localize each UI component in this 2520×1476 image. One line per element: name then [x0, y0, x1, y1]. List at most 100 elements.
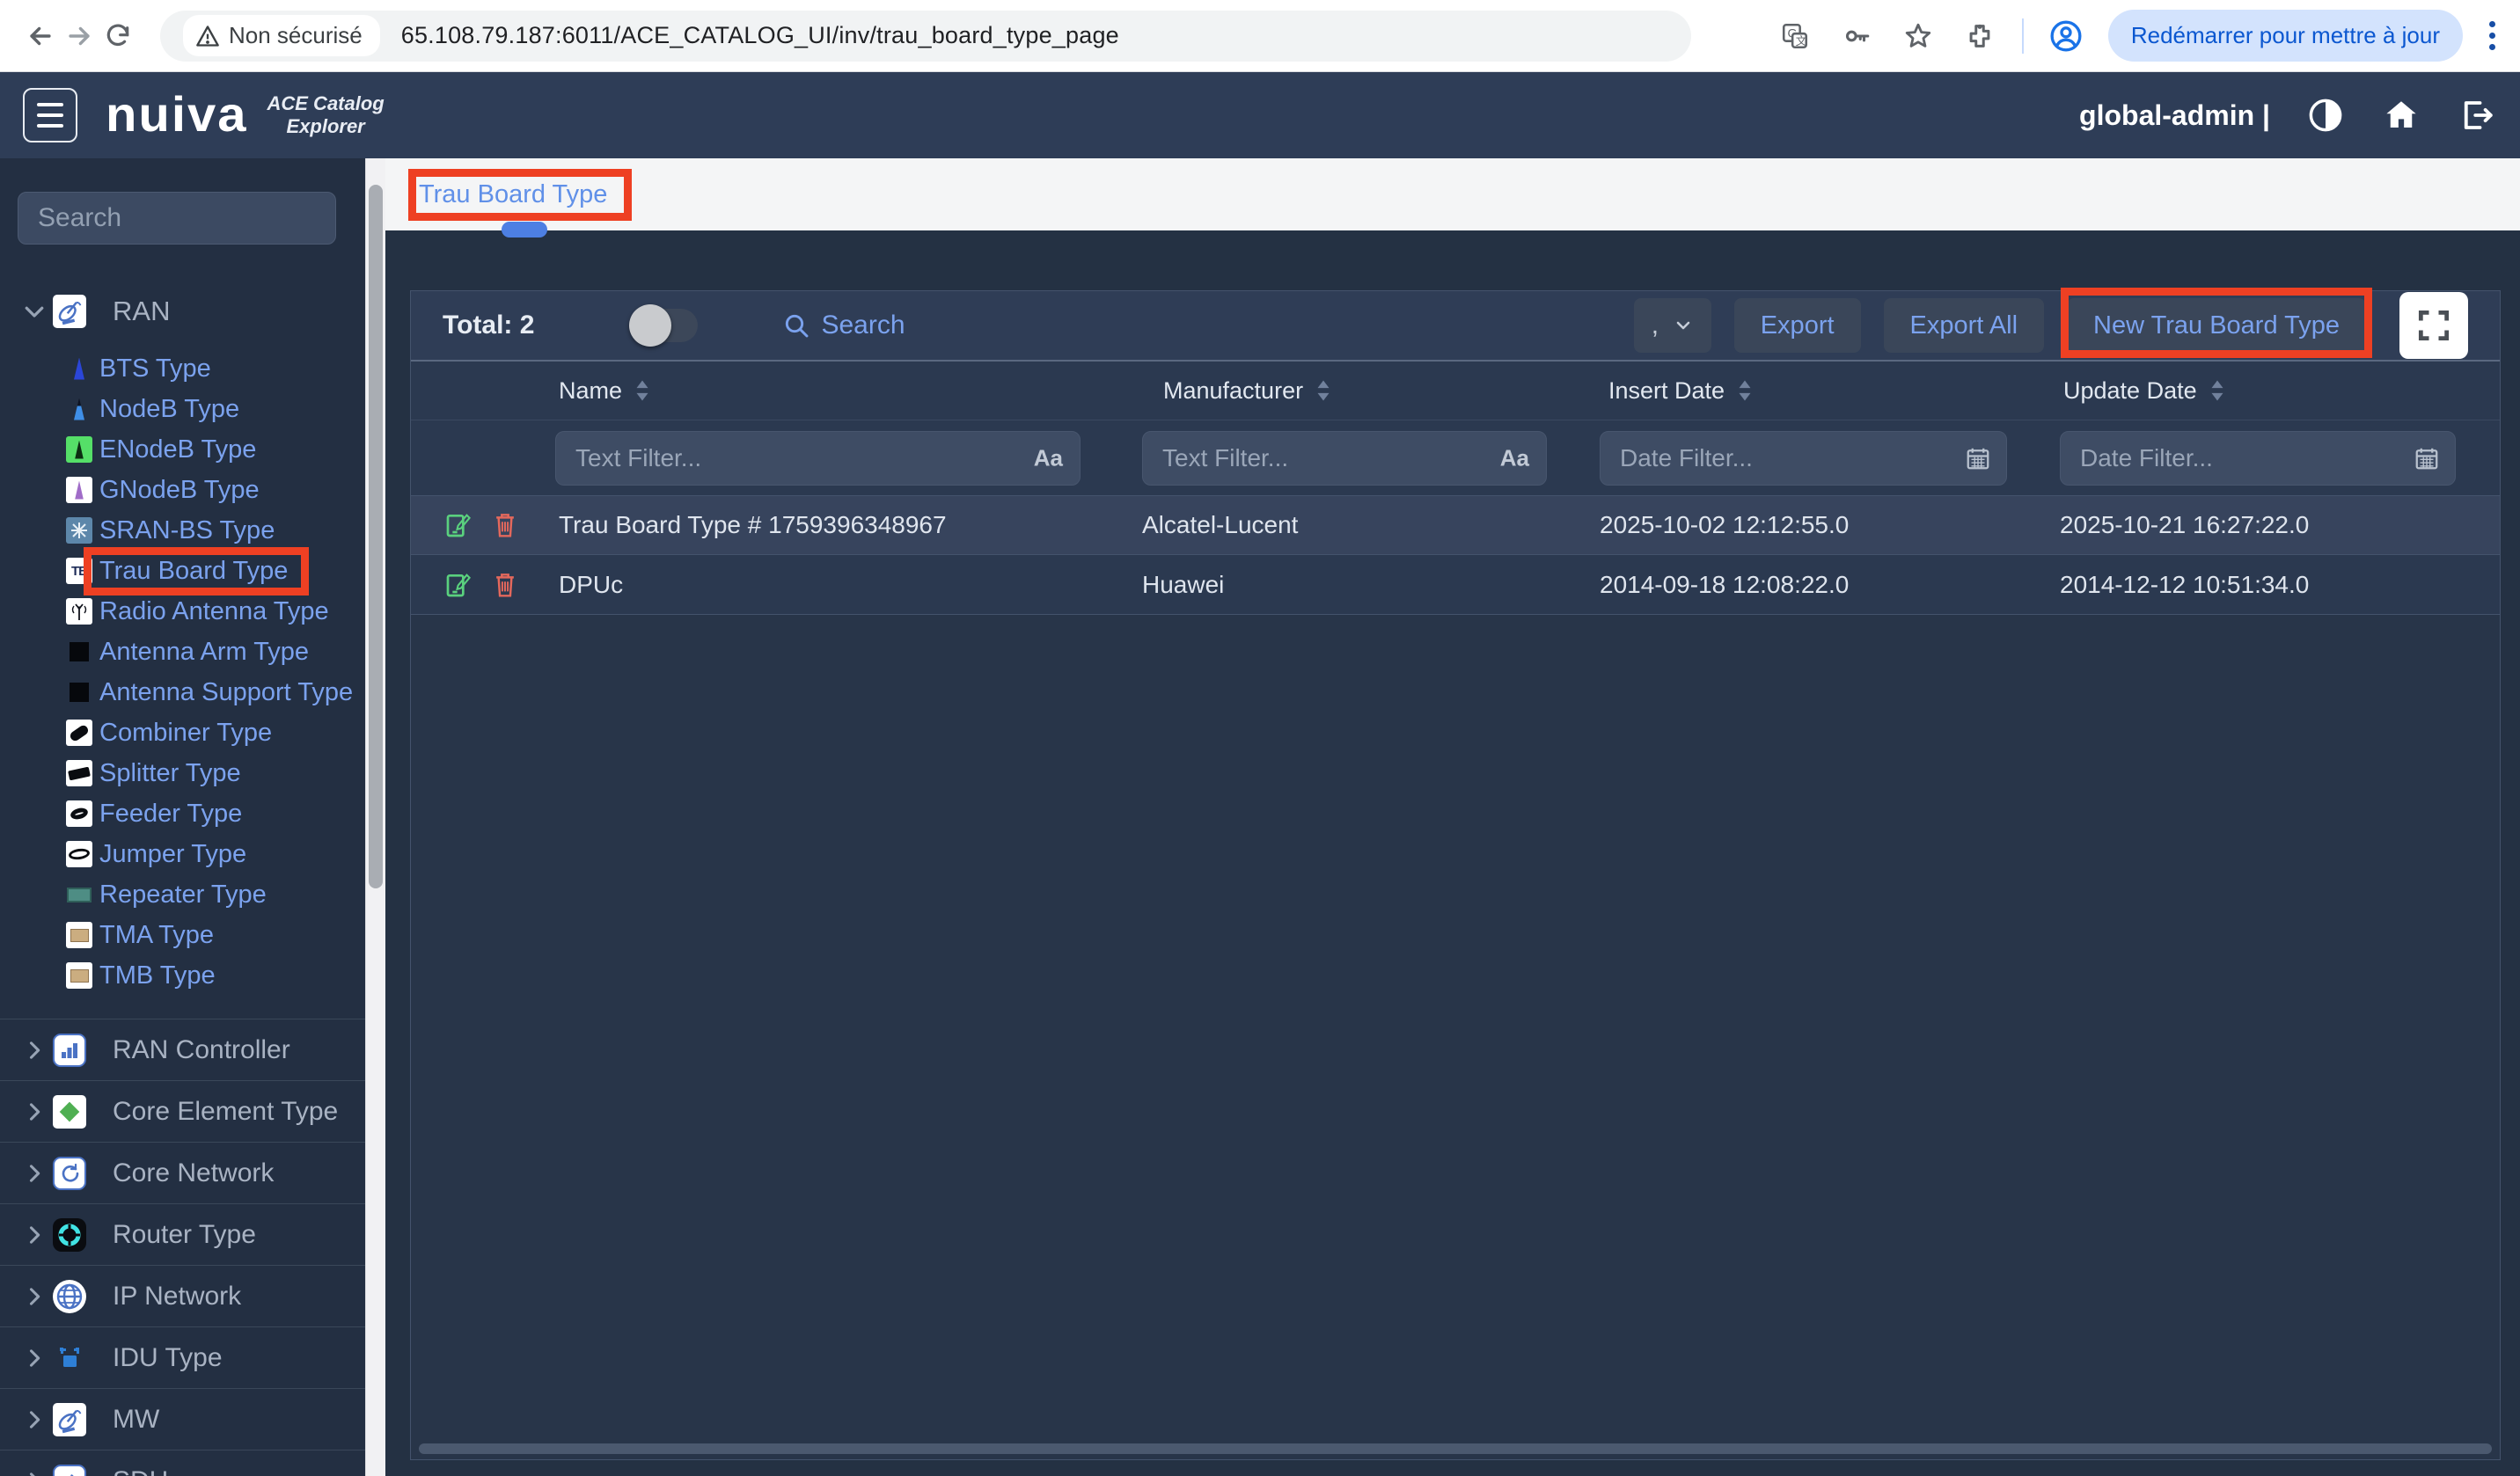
edit-icon[interactable] [444, 571, 472, 599]
browser-toolbar: Non sécurisé 65.108.79.187:6011/ACE_CATA… [0, 0, 2520, 72]
contrast-toggle-icon[interactable] [2305, 95, 2346, 135]
sidebar-item-tmb-type[interactable]: TMB Type [0, 955, 365, 996]
edit-icon[interactable] [444, 511, 472, 539]
security-chip[interactable]: Non sécurisé [183, 15, 380, 56]
name-filter-input[interactable] [555, 431, 1081, 486]
url-bar[interactable]: Non sécurisé 65.108.79.187:6011/ACE_CATA… [160, 11, 1691, 62]
sidebar-group-mw[interactable]: MW [0, 1388, 365, 1450]
sidebar-item-combiner-type[interactable]: Combiner Type [0, 712, 365, 753]
sidebar-group-ran[interactable]: RAN [19, 289, 365, 334]
sidebar-item-bts-type[interactable]: BTS Type [0, 348, 365, 389]
sidebar-item-splitter-type[interactable]: Splitter Type [0, 753, 365, 793]
scrollbar-thumb[interactable] [369, 185, 383, 888]
new-trau-board-type-button[interactable]: New Trau Board Type [2067, 298, 2366, 353]
calendar-icon[interactable] [1965, 445, 1991, 471]
url-text: 65.108.79.187:6011/ACE_CATALOG_UI/inv/tr… [401, 22, 1119, 49]
case-sensitivity-toggle[interactable]: Aa [1034, 444, 1063, 471]
tab-trau-board-type[interactable]: Trau Board Type [419, 180, 607, 209]
sidebar-item-antenna-arm-type[interactable]: Antenna Arm Type [0, 632, 365, 672]
hamburger-menu-button[interactable] [23, 88, 77, 142]
insert-date-filter-input[interactable] [1600, 431, 2007, 486]
chevron-down-icon[interactable] [19, 296, 49, 326]
sidebar-scrollbar[interactable] [365, 158, 385, 1476]
export-button[interactable]: Export [1734, 298, 1861, 353]
bookmark-star-icon[interactable] [1899, 17, 1938, 55]
sort-icon[interactable] [2209, 379, 2225, 402]
update-date-filter-input[interactable] [2060, 431, 2456, 486]
case-sensitivity-toggle[interactable]: Aa [1500, 444, 1529, 471]
delete-icon[interactable] [492, 571, 518, 599]
chevron-right-icon [19, 1343, 49, 1373]
sync-icon [53, 1157, 86, 1190]
toolbar-separator [2022, 18, 2024, 54]
table-header-row: Name Manufacturer Insert Date Updat [411, 362, 2500, 420]
sidebar-item-enodeb-type[interactable]: ENodeB Type [0, 429, 365, 470]
reload-icon[interactable] [99, 17, 137, 55]
extensions-icon[interactable] [1960, 17, 1999, 55]
sort-icon[interactable] [634, 379, 650, 402]
filter-toggle[interactable] [633, 309, 698, 342]
bts-tower-icon [66, 355, 92, 382]
sidebar-item-gnodeb-type[interactable]: GNodeB Type [0, 470, 365, 510]
security-label: Non sécurisé [229, 22, 363, 49]
sidebar-item-radio-antenna-type[interactable]: Radio Antenna Type [0, 591, 365, 632]
profile-icon[interactable] [2047, 17, 2085, 55]
back-icon[interactable] [21, 17, 60, 55]
column-header-manufacturer[interactable]: Manufacturer [1128, 377, 1586, 405]
sidebar-item-trau-board-type[interactable]: TB Trau Board Type [0, 551, 365, 591]
sidebar-group-idu-type[interactable]: IDU Type [0, 1326, 365, 1388]
cell-manufacturer: Huawei [1128, 571, 1586, 599]
scrollbar-thumb[interactable] [419, 1443, 2492, 1454]
sidebar-search-input[interactable] [18, 192, 336, 245]
content-area: Total: 2 Search , [385, 230, 2520, 1476]
column-header-update-date[interactable]: Update Date [2046, 377, 2500, 405]
globe-icon [53, 1280, 86, 1313]
chevron-right-icon [19, 1405, 49, 1435]
fullscreen-icon [2414, 306, 2453, 345]
app-logo: nuiva [106, 91, 248, 140]
delete-icon[interactable] [492, 511, 518, 539]
browser-menu-icon[interactable] [2486, 18, 2499, 54]
delimiter-dropdown[interactable]: , [1634, 298, 1711, 353]
loop-arrows-icon [53, 1465, 86, 1476]
nodeb-tower-icon [66, 396, 92, 422]
sort-icon[interactable] [1737, 379, 1753, 402]
chevron-right-icon [19, 1220, 49, 1250]
forward-icon[interactable] [60, 17, 99, 55]
sidebar-group-core-element-type[interactable]: Core Element Type [0, 1080, 365, 1142]
sidebar-item-repeater-type[interactable]: Repeater Type [0, 874, 365, 915]
sidebar-item-jumper-type[interactable]: Jumper Type [0, 834, 365, 874]
horizontal-scrollbar[interactable] [413, 1443, 2498, 1458]
manufacturer-filter-input[interactable] [1142, 431, 1547, 486]
fullscreen-button[interactable] [2399, 292, 2468, 359]
calendar-icon[interactable] [2414, 445, 2440, 471]
sidebar-group-router-type[interactable]: Router Type [0, 1203, 365, 1265]
home-icon[interactable] [2381, 95, 2421, 135]
sidebar-group-ip-network[interactable]: IP Network [0, 1265, 365, 1326]
sidebar-group-sdh[interactable]: SDH [0, 1450, 365, 1476]
sidebar-group-ran-controller[interactable]: RAN Controller [0, 1019, 365, 1080]
sidebar-item-nodeb-type[interactable]: NodeB Type [0, 389, 365, 429]
column-header-name[interactable]: Name [541, 377, 1128, 405]
sidebar-item-sran-bs-type[interactable]: SRAN-BS Type [0, 510, 365, 551]
cell-insert-date: 2025-10-02 12:12:55.0 [1586, 511, 2046, 539]
table-row[interactable]: DPUc Huawei 2014-09-18 12:08:22.0 2014-1… [411, 555, 2500, 615]
sidebar-item-tma-type[interactable]: TMA Type [0, 915, 365, 955]
table-row[interactable]: Trau Board Type # 1759396348967 Alcatel-… [411, 495, 2500, 555]
password-key-icon[interactable] [1837, 17, 1876, 55]
table-search-button[interactable]: Search [782, 311, 905, 340]
sidebar-group-core-network[interactable]: Core Network [0, 1142, 365, 1203]
export-all-button[interactable]: Export All [1884, 298, 2045, 353]
sort-icon[interactable] [1315, 379, 1331, 402]
logout-icon[interactable] [2457, 95, 2497, 135]
column-header-insert-date[interactable]: Insert Date [1586, 377, 2046, 405]
restart-update-button[interactable]: Redémarrer pour mettre à jour [2108, 10, 2463, 62]
gnodeb-tower-icon [66, 477, 92, 503]
trau-board-icon: TB [66, 558, 92, 584]
translate-icon[interactable]: G文 [1776, 17, 1814, 55]
warning-icon [195, 24, 220, 48]
sidebar-item-feeder-type[interactable]: Feeder Type [0, 793, 365, 834]
cell-name: Trau Board Type # 1759396348967 [541, 511, 1128, 539]
satellite-dish-icon [53, 1403, 86, 1436]
sidebar-item-antenna-support-type[interactable]: Antenna Support Type [0, 672, 365, 712]
